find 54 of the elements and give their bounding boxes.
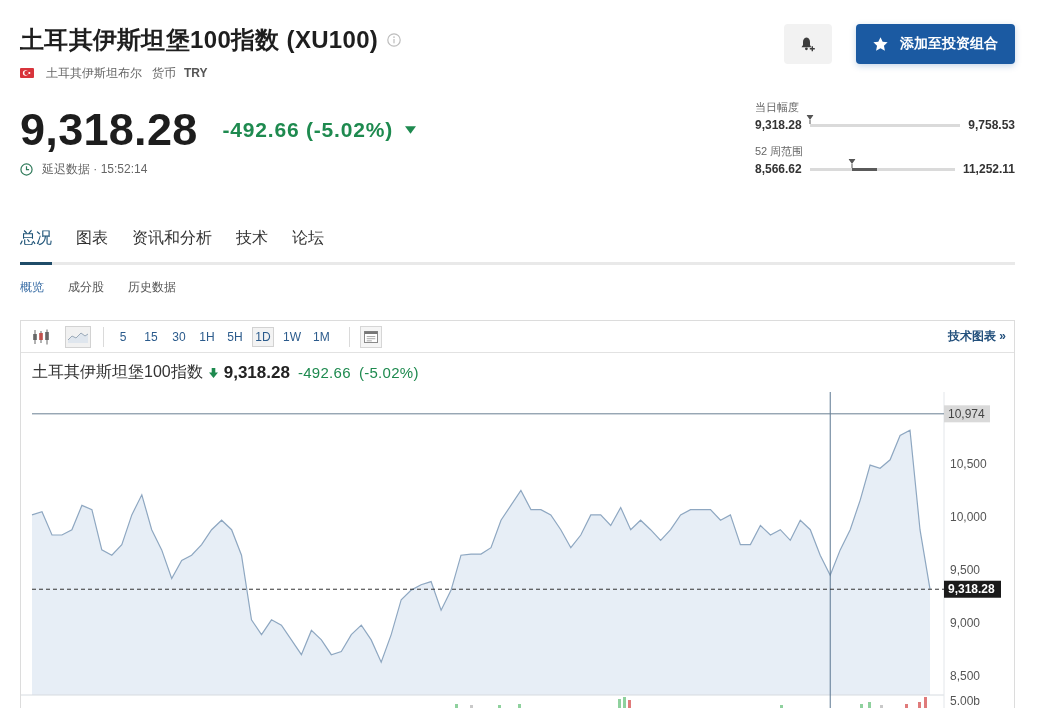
interval-button[interactable]: 1W — [280, 326, 304, 347]
interval-button[interactable]: 30 — [168, 326, 190, 347]
price-change: -492.66 (-5.02%) — [222, 118, 393, 142]
clock-icon — [20, 162, 33, 176]
axis-label: 10,500 — [950, 457, 987, 472]
axis-label: 9,500 — [950, 563, 981, 577]
area-chart-icon — [68, 330, 88, 343]
interval-button[interactable]: 1D — [252, 326, 274, 347]
cursor-value-tag: 10,974 — [944, 405, 990, 423]
tab[interactable]: 技术 — [236, 226, 268, 265]
legend-price: 9,318.28 — [223, 362, 290, 383]
axis-label: 8,500 — [950, 668, 981, 683]
currency-label: 货币 — [152, 64, 176, 82]
alert-button[interactable] — [784, 24, 832, 64]
last-price-tag: 9,318.28 — [944, 580, 1001, 598]
interval-button[interactable]: 5 — [112, 326, 134, 347]
legend-change: -492.66 — [297, 364, 351, 381]
currency-code: TRY — [184, 66, 208, 80]
range-low: 8,566.62 — [755, 162, 802, 176]
range-label: 52 周范围 — [755, 144, 805, 159]
exchange-name: 土耳其伊斯坦布尔 — [46, 64, 142, 82]
interval-button[interactable]: 15 — [140, 326, 162, 347]
tab[interactable]: 总况 — [20, 226, 52, 265]
interval-button[interactable]: 5H — [224, 326, 246, 347]
star-icon — [873, 37, 888, 51]
subtab[interactable]: 概览 — [20, 278, 44, 296]
candlestick-icon — [32, 328, 50, 345]
flag-icon — [20, 68, 34, 78]
interval-button[interactable]: 1M — [310, 326, 333, 347]
axis-label: 9,000 — [950, 615, 981, 630]
range-low: 9,318.28 — [755, 118, 802, 132]
bell-plus-icon — [800, 36, 816, 52]
volume-axis-label: 5.00b — [950, 694, 981, 708]
tab[interactable]: 论坛 — [292, 226, 324, 265]
axis-label: 10,000 — [950, 510, 987, 524]
table-icon — [363, 330, 378, 343]
legend-change-percent: (-5.02%) — [358, 364, 419, 381]
subtab[interactable]: 历史数据 — [128, 278, 176, 296]
add-to-portfolio-button[interactable]: 添加至投资组合 — [856, 24, 1015, 64]
subtab[interactable]: 成分股 — [68, 278, 104, 296]
ref-line-label: 10,974 — [948, 406, 986, 421]
delay-note: 延迟数据 · 15:52:14 — [42, 160, 148, 178]
range-high: 9,758.53 — [968, 118, 1015, 132]
ref-line-label: 9,318.28 — [948, 582, 996, 597]
interval-button[interactable]: 1H — [196, 326, 218, 347]
tab[interactable]: 图表 — [76, 226, 108, 265]
page-title: 土耳其伊斯坦堡100指数 (XU100) — [20, 25, 379, 55]
last-price: 9,318.28 — [20, 104, 198, 156]
legend-name: 土耳其伊斯坦堡100指数 — [32, 362, 203, 382]
range-label: 当日幅度 — [755, 100, 800, 115]
range-high: 11,252.11 — [962, 162, 1015, 176]
tab[interactable]: 资讯和分析 — [132, 226, 212, 265]
technical-chart-link[interactable]: 技术图表 » — [948, 328, 1006, 345]
table-view-button[interactable] — [359, 325, 382, 348]
